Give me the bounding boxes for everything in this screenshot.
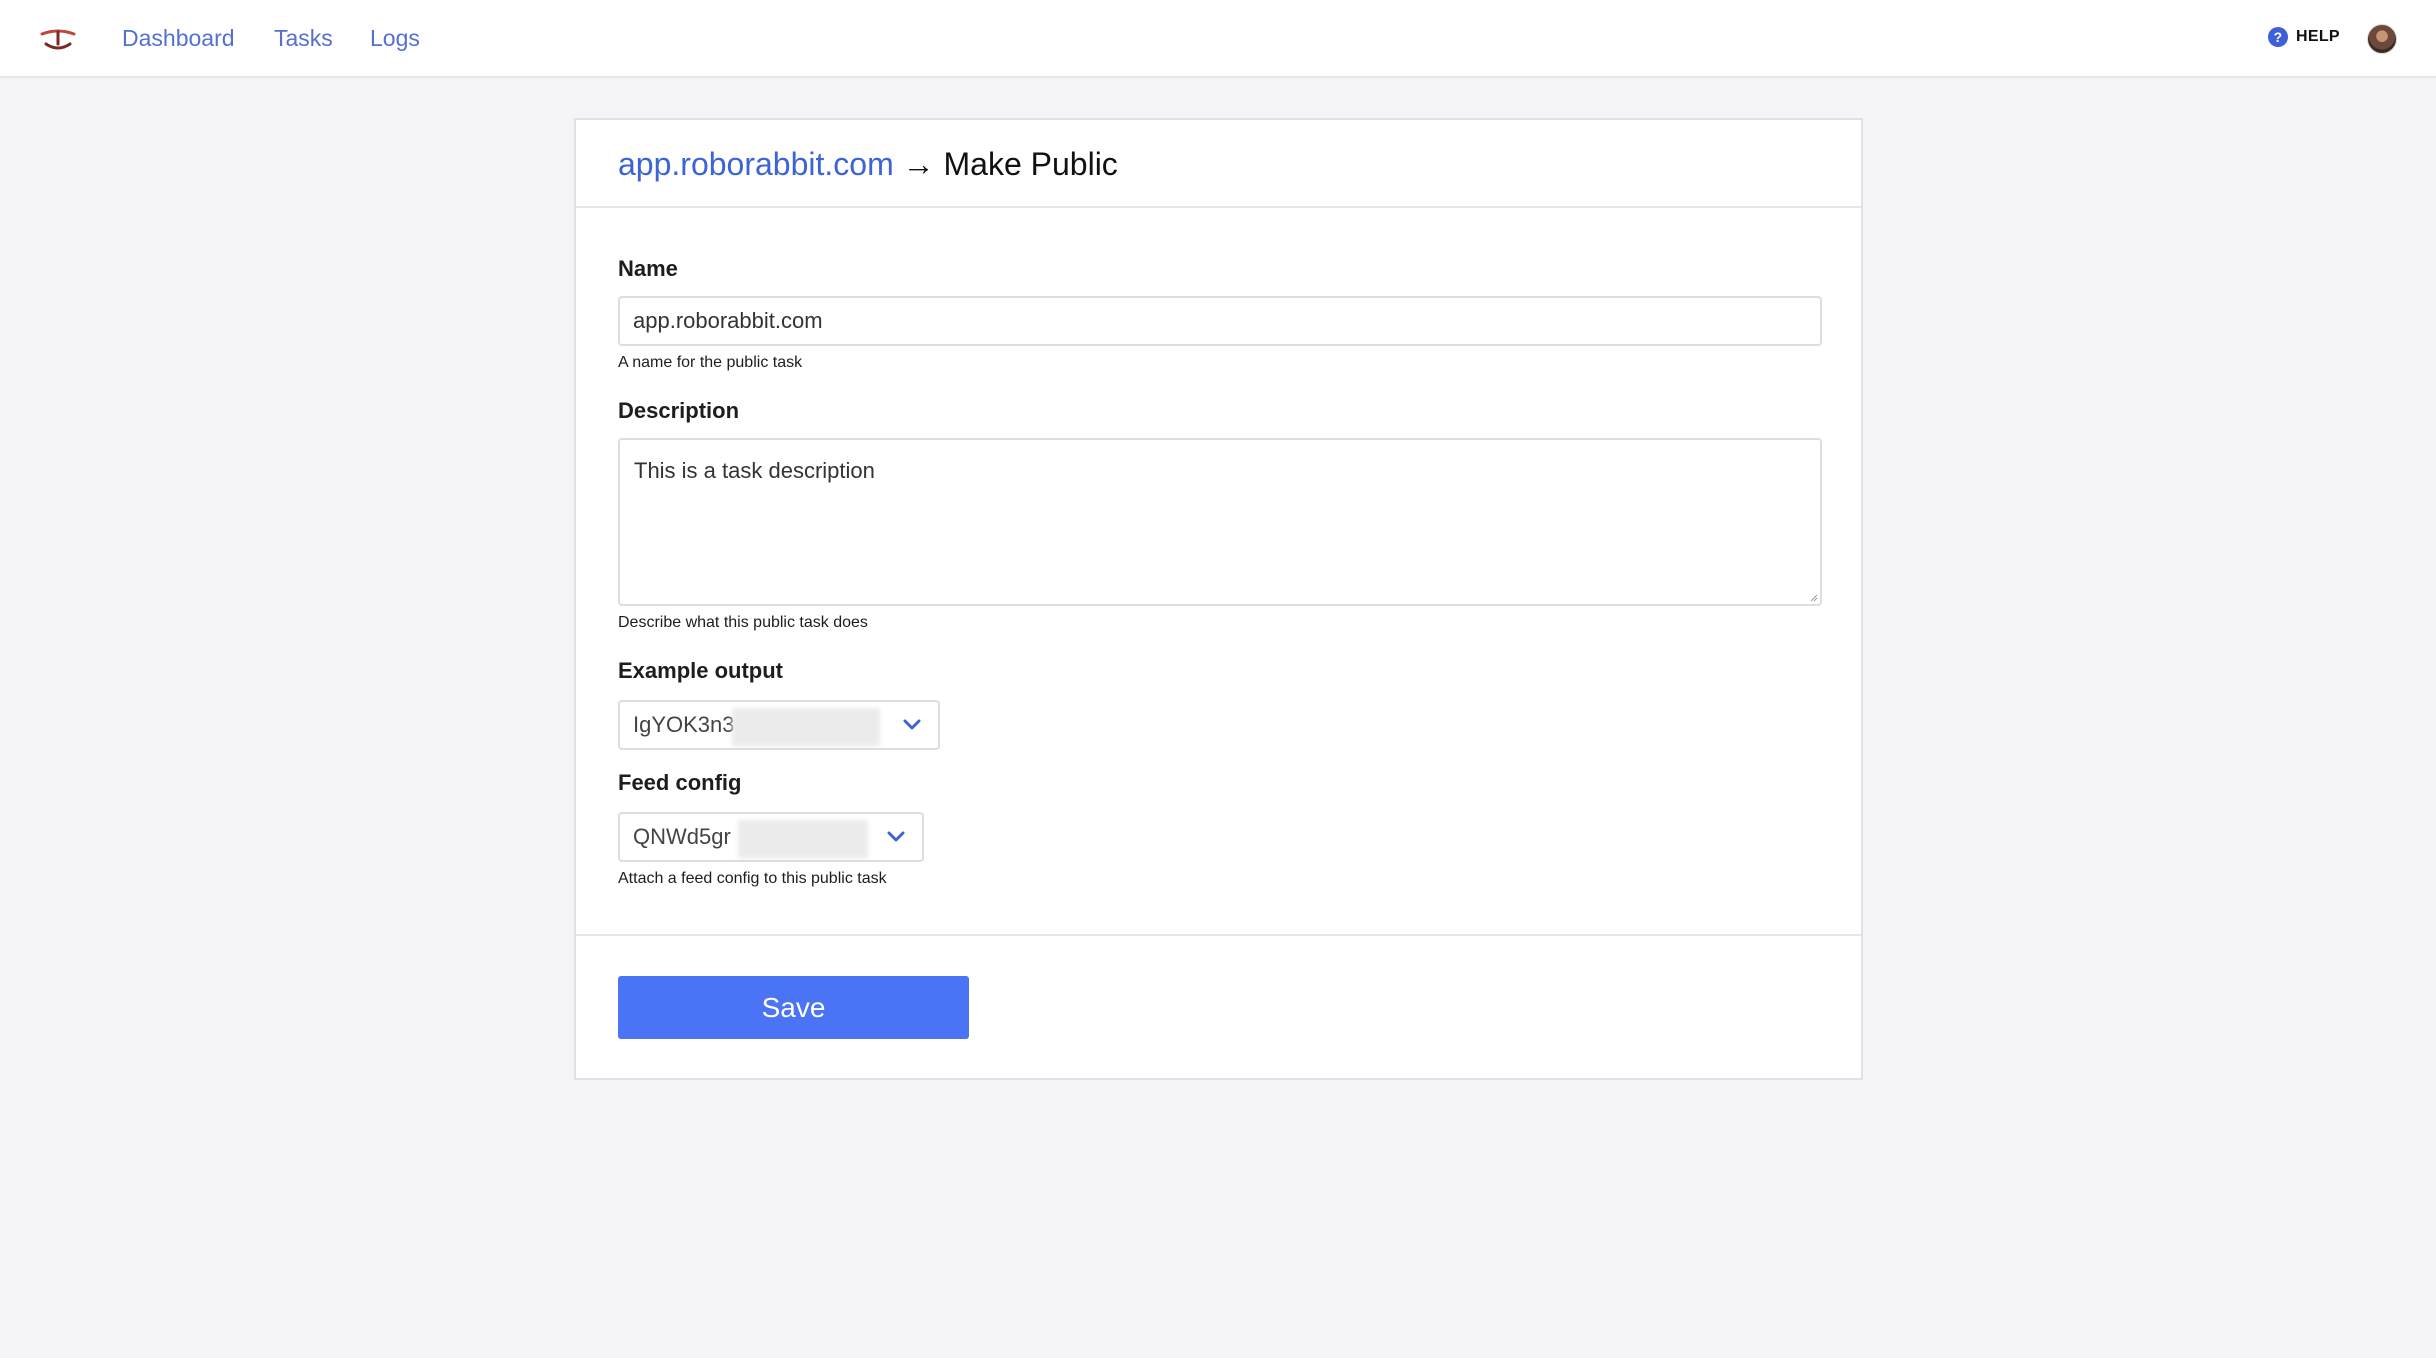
help-label: HELP bbox=[2296, 28, 2340, 45]
example-output-label: Example output bbox=[618, 658, 784, 683]
nav-link-tasks[interactable]: Tasks bbox=[274, 25, 333, 52]
example-output-select[interactable]: IgYOK3n3 bbox=[618, 700, 940, 750]
chevron-down-icon bbox=[903, 719, 921, 730]
question-circle-icon: ? bbox=[2268, 27, 2288, 47]
description-value: This is a task description bbox=[634, 458, 875, 483]
page-title-text: Make Public bbox=[943, 146, 1118, 182]
description-textarea[interactable]: This is a task description bbox=[618, 438, 1822, 606]
top-navigation-bar: Dashboard Tasks Logs ? HELP bbox=[0, 0, 2436, 78]
nav-link-dashboard[interactable]: Dashboard bbox=[122, 25, 235, 52]
description-hint: Describe what this public task does bbox=[618, 614, 868, 631]
help-link[interactable]: ? HELP bbox=[2268, 27, 2340, 47]
breadcrumb-task-link[interactable]: app.roborabbit.com bbox=[618, 146, 894, 182]
name-input-value: app.roborabbit.com bbox=[633, 308, 823, 333]
save-button[interactable]: Save bbox=[618, 976, 969, 1039]
feed-config-value: QNWd5gr bbox=[633, 824, 731, 849]
name-label: Name bbox=[618, 256, 678, 281]
name-hint: A name for the public task bbox=[618, 354, 803, 371]
make-public-card: app.roborabbit.com → Make Public Name ap… bbox=[574, 118, 1863, 1080]
user-avatar[interactable] bbox=[2367, 24, 2397, 54]
example-output-value: IgYOK3n3 bbox=[633, 712, 735, 737]
footer-divider bbox=[576, 934, 1861, 936]
feed-config-select[interactable]: QNWd5gr bbox=[618, 812, 924, 862]
nav-link-logs[interactable]: Logs bbox=[370, 25, 420, 52]
rabbit-logo-icon[interactable] bbox=[38, 24, 78, 54]
page-title: app.roborabbit.com → Make Public bbox=[618, 146, 1118, 183]
redacted-mask bbox=[738, 820, 868, 858]
chevron-down-icon bbox=[887, 831, 905, 842]
description-label: Description bbox=[618, 398, 740, 423]
breadcrumb-arrow: → bbox=[902, 146, 935, 182]
redacted-mask bbox=[732, 708, 880, 746]
name-input[interactable]: app.roborabbit.com bbox=[618, 296, 1822, 346]
resize-grip-icon[interactable] bbox=[1808, 592, 1818, 602]
feed-config-hint: Attach a feed config to this public task bbox=[618, 870, 887, 887]
feed-config-label: Feed config bbox=[618, 770, 742, 795]
card-header: app.roborabbit.com → Make Public bbox=[576, 120, 1861, 208]
